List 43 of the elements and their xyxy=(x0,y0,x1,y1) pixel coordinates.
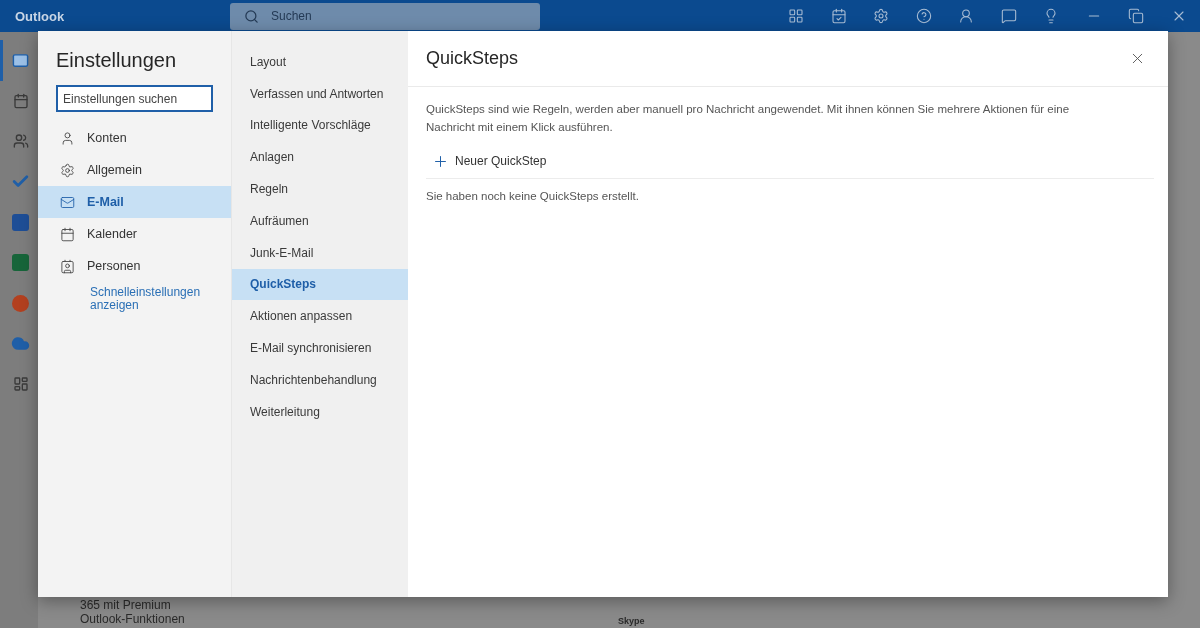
settings-nav-item[interactable]: Verfassen und Antworten xyxy=(232,77,408,110)
promo-text: 365 mit Premium xyxy=(80,598,172,612)
settings-nav-item[interactable]: Aktionen anpassen xyxy=(232,300,408,333)
person-icon[interactable] xyxy=(958,8,975,24)
settings-nav-item[interactable]: Regeln xyxy=(232,173,408,205)
settings-nav-item[interactable]: QuickSteps xyxy=(232,268,408,301)
empty-message: Sie haben noch keine QuickSteps erstellt. xyxy=(426,190,640,202)
restore-icon[interactable] xyxy=(1128,8,1145,24)
search-icon xyxy=(244,8,259,24)
settings-nav-item[interactable]: Anlagen xyxy=(232,141,408,174)
quick-settings-link[interactable]: Schnelleinstellungen anzeigen xyxy=(90,286,220,312)
new-quickstep-button[interactable]: Neuer QuickStep xyxy=(432,148,547,174)
people-icon xyxy=(60,258,75,274)
calendar-icon xyxy=(12,92,29,109)
calendar-check-icon[interactable] xyxy=(830,8,847,24)
settings-nav-item[interactable]: Layout xyxy=(232,46,408,78)
settings-nav-item[interactable]: E-Mail synchronisieren xyxy=(232,332,408,364)
calendar-icon xyxy=(60,226,75,242)
settings-nav-item[interactable]: Aufräumen xyxy=(232,205,408,237)
help-icon[interactable] xyxy=(915,8,932,24)
settings-nav-item[interactable]: Junk-E-Mail xyxy=(232,236,408,269)
grid-icon[interactable] xyxy=(788,8,805,24)
category-item[interactable]: Kalender xyxy=(38,218,231,250)
category-item[interactable]: Konten xyxy=(38,122,231,154)
settings-nav-item[interactable]: Intelligente Vorschläge xyxy=(232,109,408,142)
settings-nav-item[interactable]: Nachrichtenbehandlung xyxy=(232,363,408,396)
category-item[interactable]: E-Mail xyxy=(38,186,231,218)
settings-nav-item[interactable]: Weiterleitung xyxy=(232,395,408,428)
chat-icon[interactable] xyxy=(1000,8,1017,24)
search-field[interactable]: Einstellungen suchen xyxy=(56,85,213,112)
app-title: Outlook xyxy=(14,8,66,24)
category-item[interactable]: Personen xyxy=(38,250,231,282)
settings-icon xyxy=(60,162,75,178)
apps-icon xyxy=(12,376,29,393)
page-title: QuickSteps xyxy=(426,48,519,69)
description-text: QuickSteps sind wie Regeln, werden aber manuell pro Nachricht angewendet. Mit ihnen können Sie mehrere Aktionen für eine Nachricht mit einem Klick ausführen. xyxy=(426,102,1071,135)
category-item[interactable]: Allgemein xyxy=(38,154,231,186)
person-icon xyxy=(60,130,75,146)
dialog-title: Einstellungen xyxy=(56,49,178,72)
promo-text: Outlook-Funktionen xyxy=(80,612,186,626)
people-icon xyxy=(12,133,29,150)
footer-label: Skype xyxy=(618,616,645,626)
settings-icon[interactable] xyxy=(873,8,890,24)
